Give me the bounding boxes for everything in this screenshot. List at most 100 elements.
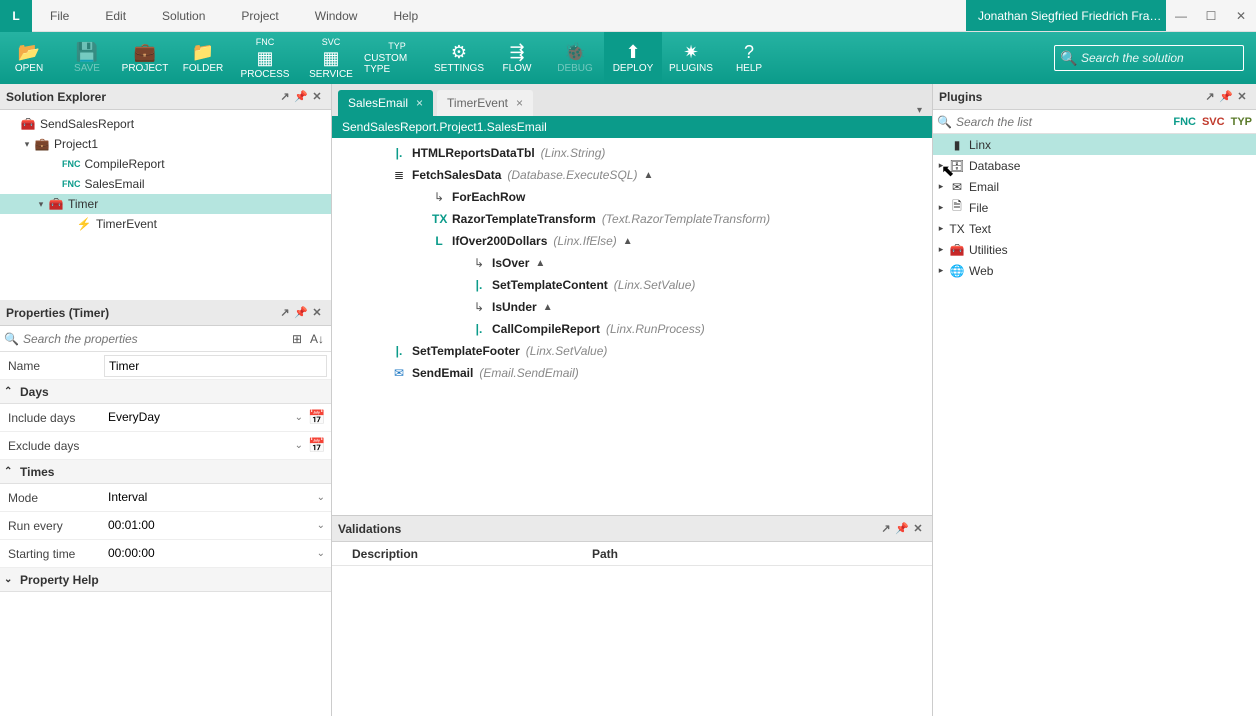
plugin-item[interactable]: ▸TXText: [933, 218, 1256, 239]
expand-icon[interactable]: ▸: [933, 265, 949, 276]
prop-runevery-input[interactable]: [104, 515, 327, 537]
folder-button[interactable]: 📁FOLDER: [174, 32, 232, 84]
flow-row[interactable]: |.HTMLReportsDataTbl(Linx.String): [332, 142, 932, 164]
window-close-icon[interactable]: ✕: [1226, 9, 1256, 23]
expand-icon[interactable]: ▸: [933, 202, 949, 213]
settings-button[interactable]: ⚙SETTINGS: [430, 32, 488, 84]
flow-row[interactable]: ≣FetchSalesData(Database.ExecuteSQL)▲: [332, 164, 932, 186]
prop-name-input[interactable]: [104, 355, 327, 377]
help-button[interactable]: ?HELP: [720, 32, 778, 84]
deploy-button[interactable]: ⬆DEPLOY: [604, 32, 662, 84]
close-icon[interactable]: ×: [416, 96, 423, 110]
plugin-item[interactable]: ▸🌐Web: [933, 260, 1256, 281]
expand-icon[interactable]: ▾: [34, 199, 48, 210]
expand-icon[interactable]: ▸: [933, 160, 949, 171]
customtype-button[interactable]: TYPCUSTOM TYPE: [364, 32, 430, 84]
chevron-down-icon[interactable]: ⌄: [295, 412, 303, 423]
flow-row[interactable]: ↳IsOver▲: [332, 252, 932, 274]
panel-popout-icon[interactable]: ↗: [878, 522, 894, 535]
chevron-down-icon[interactable]: ⌄: [317, 520, 325, 531]
tree-item[interactable]: FNCSalesEmail: [0, 174, 331, 194]
flow-row[interactable]: |.SetTemplateFooter(Linx.SetValue): [332, 340, 932, 362]
expand-icon[interactable]: ▸: [933, 181, 949, 192]
menu-solution[interactable]: Solution: [144, 0, 223, 31]
chevron-down-icon[interactable]: ⌄: [295, 440, 303, 451]
save-button[interactable]: 💾SAVE: [58, 32, 116, 84]
tab-timerevent[interactable]: TimerEvent×: [437, 90, 533, 116]
section-days[interactable]: ⌃Days: [0, 380, 331, 404]
expand-icon[interactable]: ▾: [20, 139, 34, 150]
collapse-icon[interactable]: ▲: [643, 170, 653, 181]
tree-item[interactable]: 🧰SendSalesReport: [0, 114, 331, 134]
prop-mode-input[interactable]: [104, 487, 327, 509]
window-maximize-icon[interactable]: ☐: [1196, 9, 1226, 23]
tree-item[interactable]: ▾🧰Timer: [0, 194, 331, 214]
tree-item[interactable]: FNCCompileReport: [0, 154, 331, 174]
flow-row[interactable]: |.CallCompileReport(Linx.RunProcess): [332, 318, 932, 340]
tab-salesemail[interactable]: SalesEmail×: [338, 90, 433, 116]
project-button[interactable]: 💼PROJECT: [116, 32, 174, 84]
process-button[interactable]: FNC▦PROCESS: [232, 32, 298, 84]
plugin-item[interactable]: ▸🗄Database: [933, 155, 1256, 176]
panel-pin-icon[interactable]: 📌: [894, 522, 910, 535]
plugins-search-input[interactable]: [952, 115, 1173, 129]
calendar-icon[interactable]: 📅: [307, 409, 327, 426]
plugins-list[interactable]: ▮Linx▸🗄Database▸✉Email▸🗎File▸TXText▸🧰Uti…: [933, 134, 1256, 716]
panel-pin-icon[interactable]: 📌: [1218, 90, 1234, 103]
panel-pin-icon[interactable]: 📌: [293, 306, 309, 319]
section-property-help[interactable]: ⌄Property Help: [0, 568, 331, 592]
properties-search-input[interactable]: [19, 332, 287, 346]
menu-file[interactable]: File: [32, 0, 87, 31]
flow-row[interactable]: ↳IsUnder▲: [332, 296, 932, 318]
menu-window[interactable]: Window: [297, 0, 376, 31]
tree-item[interactable]: ▾💼Project1: [0, 134, 331, 154]
plugin-item[interactable]: ▸🧰Utilities: [933, 239, 1256, 260]
flow-row[interactable]: TXRazorTemplateTransform(Text.RazorTempl…: [332, 208, 932, 230]
section-times[interactable]: ⌃Times: [0, 460, 331, 484]
menu-edit[interactable]: Edit: [87, 0, 144, 31]
prop-exclude-days-input[interactable]: [104, 435, 307, 457]
plugins-button[interactable]: ✷PLUGINS: [662, 32, 720, 84]
categorized-icon[interactable]: ⊞: [287, 332, 307, 346]
user-label[interactable]: Jonathan Siegfried Friedrich Fra…: [966, 0, 1166, 31]
collapse-icon[interactable]: ▲: [535, 258, 545, 269]
prop-starting-time-input[interactable]: [104, 543, 327, 565]
debug-button[interactable]: 🐞DEBUG: [546, 32, 604, 84]
panel-close-icon[interactable]: ✕: [1234, 90, 1250, 103]
window-minimize-icon[interactable]: —: [1166, 9, 1196, 23]
plugin-item[interactable]: ▸🗎File: [933, 197, 1256, 218]
flow-row[interactable]: ↳ForEachRow: [332, 186, 932, 208]
menu-help[interactable]: Help: [375, 0, 436, 31]
panel-popout-icon[interactable]: ↗: [277, 90, 293, 103]
filter-fnc[interactable]: FNC: [1173, 116, 1196, 128]
collapse-icon[interactable]: ▲: [543, 302, 553, 313]
expand-icon[interactable]: ▸: [933, 223, 949, 234]
prop-include-days-input[interactable]: [104, 407, 307, 429]
chevron-down-icon[interactable]: ⌄: [317, 548, 325, 559]
panel-popout-icon[interactable]: ↗: [1202, 90, 1218, 103]
flow-button[interactable]: ⇶FLOW: [488, 32, 546, 84]
menu-project[interactable]: Project: [223, 0, 296, 31]
open-button[interactable]: 📂OPEN: [0, 32, 58, 84]
solution-search-input[interactable]: [1054, 45, 1244, 71]
panel-close-icon[interactable]: ✕: [309, 90, 325, 103]
panel-close-icon[interactable]: ✕: [309, 306, 325, 319]
panel-popout-icon[interactable]: ↗: [277, 306, 293, 319]
calendar-icon[interactable]: 📅: [307, 437, 327, 454]
panel-close-icon[interactable]: ✕: [910, 522, 926, 535]
chevron-down-icon[interactable]: ⌄: [317, 492, 325, 503]
flow-canvas[interactable]: |.HTMLReportsDataTbl(Linx.String)≣FetchS…: [332, 138, 932, 516]
tree-item[interactable]: ⚡TimerEvent: [0, 214, 331, 234]
flow-row[interactable]: ✉SendEmail(Email.SendEmail): [332, 362, 932, 384]
plugin-item[interactable]: ▮Linx: [933, 134, 1256, 155]
filter-typ[interactable]: TYP: [1231, 116, 1252, 128]
tab-overflow-icon[interactable]: ▾: [917, 105, 926, 116]
expand-icon[interactable]: ▸: [933, 244, 949, 255]
sort-icon[interactable]: A↓: [307, 332, 327, 346]
collapse-icon[interactable]: ▲: [623, 236, 633, 247]
filter-svc[interactable]: SVC: [1202, 116, 1225, 128]
solution-tree[interactable]: 🧰SendSalesReport▾💼Project1FNCCompileRepo…: [0, 110, 331, 300]
close-icon[interactable]: ×: [516, 96, 523, 110]
panel-pin-icon[interactable]: 📌: [293, 90, 309, 103]
flow-row[interactable]: LIfOver200Dollars(Linx.IfElse)▲: [332, 230, 932, 252]
